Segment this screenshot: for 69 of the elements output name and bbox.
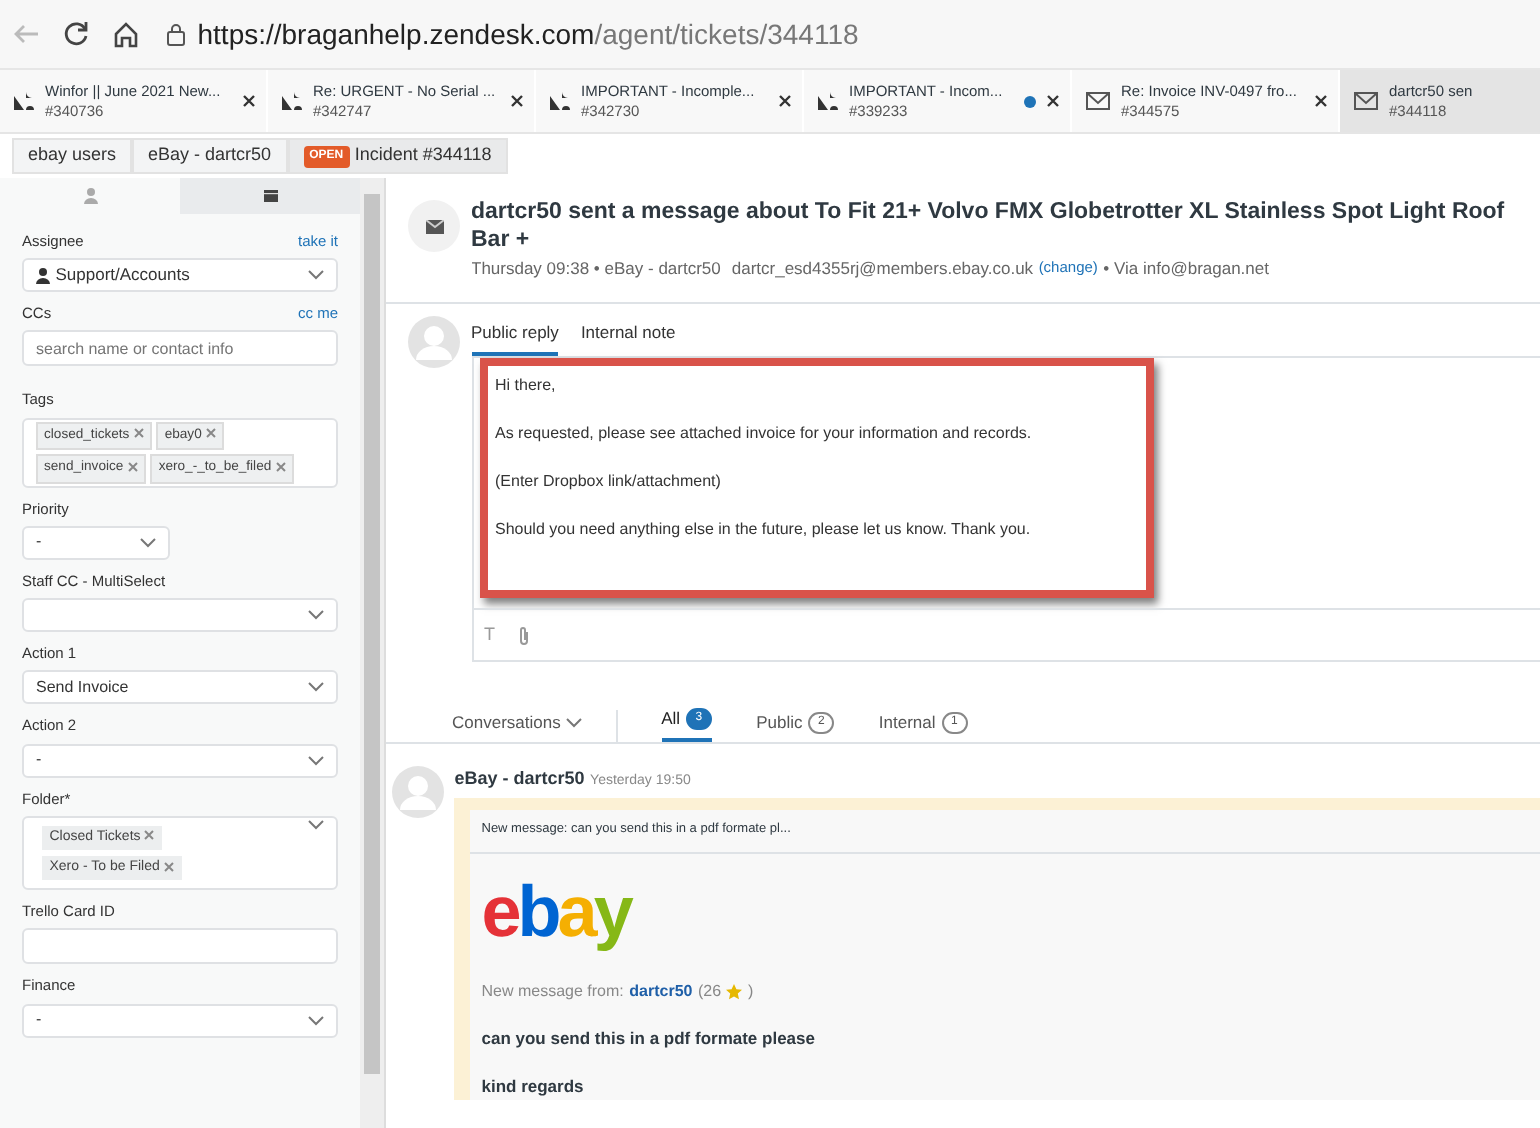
avatar bbox=[391, 765, 444, 818]
breadcrumb-link[interactable]: ebay users bbox=[12, 138, 133, 174]
reply-tab[interactable]: Internal note bbox=[580, 315, 676, 356]
ebay-logo: ebay bbox=[481, 875, 630, 948]
chevron-down-icon bbox=[308, 755, 324, 766]
input-field[interactable]: search name or contact info bbox=[22, 330, 338, 367]
home-icon[interactable] bbox=[111, 20, 139, 48]
chevron-down-icon bbox=[308, 270, 324, 280]
user-link[interactable]: dartcr50 bbox=[629, 980, 693, 1005]
reply-editor[interactable]: Hi there, As requested, please see attached invoice for your information and records. (Enter Dropbox link/attachment) Should you need anything else in the future, please let us know. Thank you. bbox=[479, 357, 1153, 598]
select-field[interactable]: - bbox=[22, 1003, 338, 1038]
remove-icon[interactable] bbox=[144, 830, 155, 841]
lock-icon bbox=[166, 22, 187, 46]
person-icon bbox=[83, 188, 97, 204]
select-field[interactable]: Send Invoice bbox=[22, 670, 338, 705]
chevron-down-icon bbox=[308, 682, 324, 693]
requester-email: dartcr_esd4355rj@members.ebay.co.uk bbox=[731, 255, 1034, 281]
ticket-meta: Thursday 09:38 • eBay - dartcr50 bbox=[471, 255, 721, 281]
remove-icon[interactable] bbox=[133, 428, 144, 439]
select-field[interactable] bbox=[22, 598, 338, 633]
ticket-label: Incident #344118 bbox=[354, 142, 492, 169]
reply-text: Hi there, bbox=[495, 373, 558, 398]
score-text: ) bbox=[748, 980, 754, 1005]
conversations-dropdown[interactable]: Conversations bbox=[452, 709, 618, 742]
reply-text: Should you need anything else in the future, please let us know. Thank you. bbox=[495, 517, 1033, 542]
breadcrumb-link[interactable]: eBay - dartcr50 bbox=[132, 138, 288, 174]
input-field[interactable] bbox=[22, 928, 338, 965]
paperclip-icon[interactable] bbox=[517, 625, 529, 646]
select-field[interactable]: - bbox=[22, 525, 170, 560]
close-icon[interactable] bbox=[510, 94, 524, 108]
reply-text: As requested, please see attached invoice for your information and records. bbox=[495, 421, 1034, 446]
close-icon[interactable] bbox=[1046, 94, 1060, 108]
chevron-down-icon bbox=[308, 1015, 324, 1026]
message-text: can you send this in a pdf formate please bbox=[481, 1026, 817, 1052]
zendesk-icon bbox=[282, 92, 302, 110]
message-author: eBay - dartcr50 bbox=[454, 765, 585, 792]
zendesk-icon bbox=[14, 92, 34, 110]
chevron-down-icon bbox=[566, 717, 583, 728]
reload-icon[interactable] bbox=[61, 20, 89, 48]
star-icon bbox=[726, 984, 743, 1001]
chevron-down-icon bbox=[308, 819, 324, 830]
close-icon[interactable] bbox=[1314, 94, 1328, 108]
ticket-title: dartcr50 sent a message about To Fit 21+ Volvo FMX Globetrotter XL Stainless Spot Light Roof Bar + bbox=[471, 200, 1507, 256]
remove-icon[interactable] bbox=[275, 462, 286, 473]
chevron-down-icon bbox=[308, 610, 324, 621]
remove-icon[interactable] bbox=[163, 861, 174, 872]
sidebar-tab[interactable] bbox=[180, 178, 360, 214]
envelope-icon bbox=[1086, 92, 1110, 110]
zendesk-icon bbox=[818, 92, 838, 110]
close-icon[interactable] bbox=[242, 94, 256, 108]
message-text: kind regards bbox=[481, 1073, 586, 1100]
via-text: • Via info@bragan.net bbox=[1103, 255, 1269, 281]
reply-text: (Enter Dropbox link/attachment) bbox=[495, 469, 723, 494]
panel-icon bbox=[263, 190, 277, 202]
envelope-icon bbox=[425, 219, 443, 233]
back-arrow-icon[interactable] bbox=[11, 22, 39, 46]
close-icon[interactable] bbox=[778, 94, 792, 108]
remove-icon[interactable] bbox=[205, 428, 216, 439]
envelope-icon bbox=[1354, 92, 1378, 110]
scrollbar[interactable] bbox=[360, 178, 384, 1128]
chevron-down-icon bbox=[140, 537, 156, 548]
remove-icon[interactable] bbox=[127, 462, 138, 473]
select-field[interactable]: - bbox=[22, 743, 338, 778]
zendesk-icon bbox=[550, 92, 570, 110]
score-text: (26 bbox=[697, 980, 722, 1005]
avatar bbox=[408, 315, 460, 368]
from-label: New message from: bbox=[481, 980, 624, 1005]
reply-tab[interactable]: Public reply bbox=[471, 315, 559, 356]
select-field[interactable]: Support/Accounts bbox=[22, 258, 338, 292]
